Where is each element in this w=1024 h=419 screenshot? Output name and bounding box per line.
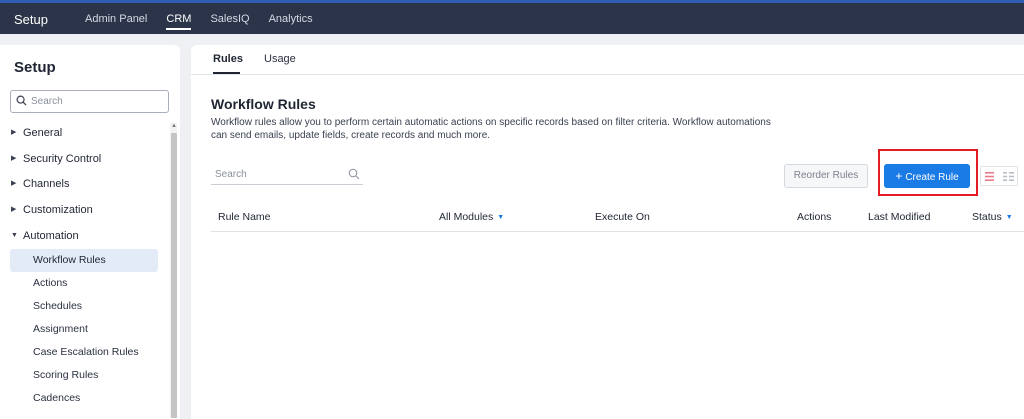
sidebar-section-security-control[interactable]: ▶ Security Control (0, 147, 168, 173)
rules-search-input[interactable] (215, 167, 340, 181)
caret-right-icon: ▶ (11, 180, 17, 188)
rules-table-header: Rule Name All Modules ▼ Execute On Action… (211, 202, 1024, 232)
page-title: Workflow Rules (211, 96, 316, 112)
column-last-modified: Last Modified (868, 211, 931, 223)
reorder-rules-button[interactable]: Reorder Rules (784, 164, 868, 188)
list-view-icon[interactable] (985, 172, 994, 181)
scrollbar-thumb[interactable] (171, 133, 177, 418)
sidebar-search-input[interactable] (31, 94, 161, 109)
top-nav-analytics[interactable]: Analytics (262, 3, 320, 34)
sidebar-item-cadences[interactable]: Cadences (10, 387, 158, 410)
grid-view-icon[interactable] (1003, 172, 1014, 181)
search-icon (16, 95, 27, 106)
main-panel: Rules Usage Workflow Rules Workflow rule… (191, 45, 1024, 419)
column-actions: Actions (797, 211, 832, 223)
column-rule-name: Rule Name (218, 211, 271, 223)
top-nav-salesiq[interactable]: SalesIQ (203, 3, 256, 34)
sidebar-item-scoring-rules[interactable]: Scoring Rules (10, 364, 158, 387)
sidebar-section-general[interactable]: ▶ General (0, 121, 168, 147)
caret-right-icon: ▶ (11, 206, 17, 214)
sidebar-item-schedules[interactable]: Schedules (10, 295, 158, 318)
top-bar: Setup Admin Panel CRM SalesIQ Analytics (0, 0, 1024, 34)
sidebar-search[interactable] (10, 90, 169, 113)
sidebar-section-automation[interactable]: ▼ Automation (0, 224, 168, 250)
sidebar-item-workflow-rules[interactable]: Workflow Rules (10, 249, 158, 273)
sidebar-scrollbar[interactable]: ▲ (170, 123, 177, 418)
sidebar-section-channels[interactable]: ▶ Channels (0, 172, 168, 198)
sidebar-item-actions[interactable]: Actions (10, 272, 158, 295)
column-execute-on: Execute On (595, 211, 650, 223)
rules-search[interactable] (211, 166, 363, 185)
create-rule-button[interactable]: + Create Rule (884, 164, 970, 188)
plus-icon: + (895, 169, 903, 183)
column-all-modules[interactable]: All Modules ▼ (439, 211, 504, 223)
caret-down-icon: ▼ (11, 231, 18, 239)
app-brand[interactable]: Setup (14, 12, 48, 27)
active-tab-indicator (213, 72, 240, 74)
caret-down-icon: ▼ (497, 214, 505, 221)
scroll-up-icon[interactable]: ▲ (171, 123, 177, 129)
search-icon[interactable] (348, 168, 360, 180)
setup-sidebar: Setup ▶ General ▶ Security Control ▶ Cha… (0, 45, 180, 419)
sidebar-menu: ▶ General ▶ Security Control ▶ Channels … (0, 121, 168, 410)
caret-right-icon: ▶ (11, 129, 17, 136)
sidebar-item-case-escalation-rules[interactable]: Case Escalation Rules (10, 341, 158, 364)
caret-right-icon: ▶ (11, 154, 17, 162)
caret-down-icon: ▼ (1005, 214, 1013, 221)
tab-usage[interactable]: Usage (264, 53, 296, 65)
column-status[interactable]: Status ▼ (972, 211, 1013, 223)
page-description: Workflow rules allow you to perform cert… (211, 117, 771, 141)
sidebar-section-customization[interactable]: ▶ Customization (0, 198, 168, 224)
top-nav-crm[interactable]: CRM (159, 3, 198, 34)
sidebar-title: Setup (14, 59, 56, 76)
top-nav-admin-panel[interactable]: Admin Panel (78, 3, 154, 34)
view-toggle (980, 166, 1018, 186)
sidebar-item-assignment[interactable]: Assignment (10, 318, 158, 341)
top-nav: Admin Panel CRM SalesIQ Analytics (78, 3, 325, 34)
tab-rules[interactable]: Rules (213, 53, 243, 74)
tab-bar: Rules Usage (191, 45, 1024, 75)
